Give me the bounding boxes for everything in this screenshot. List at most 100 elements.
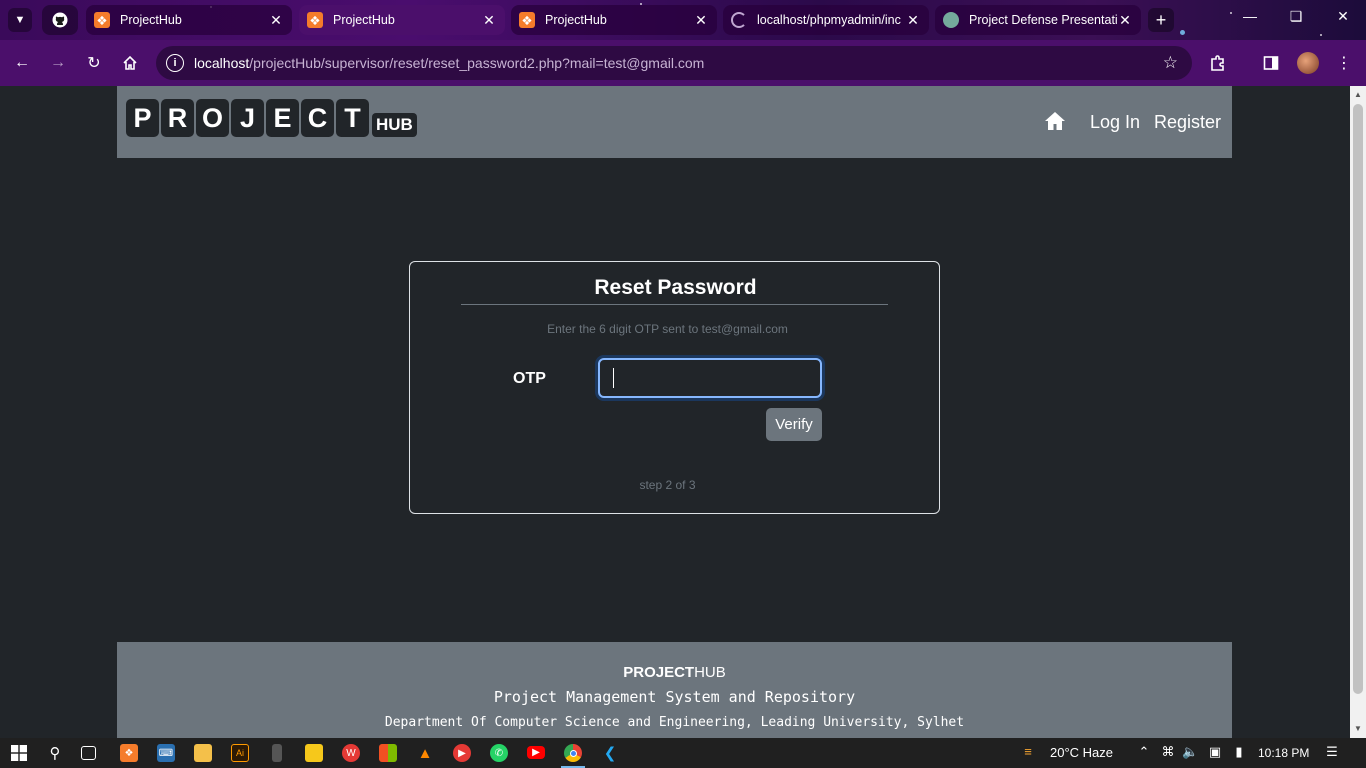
reload-button[interactable]: ↻ bbox=[82, 51, 106, 75]
xampp-icon: ❖ bbox=[124, 747, 134, 759]
arrow-right-icon: → bbox=[50, 54, 66, 71]
footer-brand-light: HUB bbox=[694, 664, 726, 681]
display-icon[interactable]: ▣ bbox=[1207, 744, 1223, 760]
reset-password-card: Reset Password Enter the 6 digit OTP sen… bbox=[409, 261, 940, 514]
otp-input[interactable] bbox=[598, 358, 822, 398]
footer-department: Department Of Computer Science and Engin… bbox=[384, 715, 965, 730]
scroll-down-icon[interactable]: ▼ bbox=[1354, 724, 1362, 733]
logo-letter: P bbox=[126, 99, 159, 137]
task-view-button[interactable] bbox=[81, 746, 96, 760]
taskbar-media-player[interactable]: ▶ bbox=[453, 744, 471, 762]
plus-icon: + bbox=[1155, 9, 1167, 30]
minimize-button[interactable]: — bbox=[1240, 8, 1260, 24]
tab-title: ProjectHub bbox=[545, 13, 607, 27]
url-host: localhost bbox=[194, 55, 250, 71]
browser-tab[interactable]: Project Defense Presentatio ✕ bbox=[935, 5, 1141, 35]
taskbar-office[interactable] bbox=[379, 744, 397, 762]
step-indicator: step 2 of 3 bbox=[639, 478, 696, 492]
taskbar-notes[interactable] bbox=[305, 744, 323, 762]
taskbar-chrome[interactable] bbox=[561, 744, 585, 768]
logo-letter: R bbox=[161, 99, 194, 137]
verify-button[interactable]: Verify bbox=[766, 408, 822, 441]
nav-home-link[interactable] bbox=[1044, 111, 1066, 131]
tab-title: localhost/phpmyadmin/inc bbox=[757, 13, 901, 27]
wifi-icon[interactable]: ⌘ bbox=[1160, 744, 1176, 760]
browser-menu-button[interactable]: ⋮ bbox=[1332, 51, 1356, 75]
taskbar-whatsapp[interactable]: ✆ bbox=[490, 744, 508, 762]
youtube-icon: ▶ bbox=[532, 747, 540, 758]
tab-search-button[interactable]: ▼ bbox=[8, 8, 32, 32]
extensions-button[interactable] bbox=[1206, 51, 1230, 75]
side-panel-icon bbox=[1263, 56, 1279, 70]
logo-letter: C bbox=[301, 99, 334, 137]
address-bar[interactable]: i localhost/projectHub/supervisor/reset/… bbox=[156, 46, 1192, 80]
browser-tab[interactable]: ❖ ProjectHub ✕ bbox=[86, 5, 292, 35]
projecthub-logo[interactable]: P R O J E C T HUB bbox=[126, 99, 417, 137]
tab-title: ProjectHub bbox=[333, 13, 395, 27]
weather-icon[interactable]: ≡ bbox=[1020, 744, 1036, 759]
more-vert-icon: ⋮ bbox=[1336, 55, 1352, 72]
xampp-icon: ❖ bbox=[307, 12, 323, 28]
battery-icon[interactable]: ▮ bbox=[1231, 744, 1247, 760]
taskbar-usb[interactable] bbox=[272, 744, 282, 762]
taskbar-vscode[interactable]: ❮ bbox=[601, 744, 619, 762]
close-icon[interactable]: ✕ bbox=[268, 12, 284, 29]
close-icon[interactable]: ✕ bbox=[1117, 12, 1133, 29]
taskbar-file-explorer[interactable] bbox=[194, 744, 212, 762]
restore-button[interactable]: ❏ bbox=[1286, 8, 1306, 25]
taskbar-xampp[interactable]: ❖ bbox=[120, 744, 138, 762]
browser-tab[interactable]: localhost/phpmyadmin/inc ✕ bbox=[723, 5, 929, 35]
site-info-icon[interactable]: i bbox=[166, 54, 184, 72]
search-button[interactable]: ⚲ bbox=[46, 744, 64, 762]
start-button[interactable] bbox=[10, 744, 28, 762]
xampp-icon: ❖ bbox=[519, 12, 535, 28]
page-scrollbar[interactable]: ▲ ▼ bbox=[1350, 86, 1366, 738]
weather-text[interactable]: 20°C Haze bbox=[1050, 745, 1113, 760]
home-button[interactable] bbox=[118, 51, 142, 75]
wps-icon: W bbox=[346, 747, 356, 759]
pinned-tab-github[interactable] bbox=[42, 5, 78, 35]
close-icon[interactable]: ✕ bbox=[481, 12, 497, 29]
volume-icon[interactable]: 🔈 bbox=[1182, 744, 1198, 760]
browser-tab-strip: ▼ ❖ ProjectHub ✕ ❖ ProjectHub ✕ ❖ Projec… bbox=[0, 0, 1366, 40]
tab-title: ProjectHub bbox=[120, 13, 182, 27]
close-icon[interactable]: ✕ bbox=[693, 12, 709, 29]
chevron-up-icon[interactable]: ⌃ bbox=[1136, 744, 1152, 760]
scroll-up-icon[interactable]: ▲ bbox=[1354, 90, 1362, 99]
xampp-icon: ❖ bbox=[94, 12, 110, 28]
arrow-left-icon: ← bbox=[14, 54, 30, 71]
vlc-cone-icon: ▲ bbox=[417, 744, 433, 762]
side-panel-button[interactable] bbox=[1259, 51, 1283, 75]
notification-icon[interactable]: ☰ bbox=[1324, 744, 1340, 760]
footer-subtitle: Project Management System and Repository bbox=[493, 688, 856, 706]
close-icon[interactable]: ✕ bbox=[905, 12, 921, 29]
reload-icon: ↻ bbox=[87, 55, 101, 72]
tab-title: Project Defense Presentatio bbox=[969, 13, 1117, 27]
scrollbar-thumb[interactable] bbox=[1353, 104, 1363, 694]
forward-button[interactable]: → bbox=[46, 51, 70, 75]
taskbar-keyboard[interactable]: ⌨ bbox=[157, 744, 175, 762]
logo-letter: O bbox=[196, 99, 229, 137]
clock[interactable]: 10:18 PM bbox=[1258, 746, 1309, 760]
browser-tab-active[interactable]: ❖ ProjectHub ✕ bbox=[299, 5, 505, 35]
loading-spinner-icon bbox=[731, 12, 747, 28]
back-button[interactable]: ← bbox=[10, 51, 34, 75]
taskbar-youtube[interactable]: ▶ bbox=[527, 746, 545, 759]
bookmark-star-icon[interactable]: ☆ bbox=[1163, 53, 1178, 73]
close-window-button[interactable]: ✕ bbox=[1333, 8, 1353, 25]
browser-tab[interactable]: ❖ ProjectHub ✕ bbox=[511, 5, 717, 35]
otp-instruction-text: Enter the 6 digit OTP sent to test@gmail… bbox=[547, 322, 788, 336]
new-tab-button[interactable]: + bbox=[1148, 8, 1174, 32]
taskbar-vlc[interactable]: ▲ bbox=[416, 744, 434, 762]
taskbar-wps[interactable]: W bbox=[342, 744, 360, 762]
profile-avatar[interactable] bbox=[1297, 52, 1319, 74]
illustrator-icon: Ai bbox=[235, 748, 244, 758]
logo-letter: J bbox=[231, 99, 264, 137]
nav-login-link[interactable]: Log In bbox=[1090, 112, 1140, 133]
home-icon bbox=[1045, 112, 1065, 130]
nav-register-link[interactable]: Register bbox=[1154, 112, 1221, 133]
space-decoration bbox=[1180, 30, 1185, 35]
taskbar-illustrator[interactable]: Ai bbox=[231, 744, 249, 762]
search-icon: ⚲ bbox=[49, 745, 61, 762]
otp-label: OTP bbox=[513, 370, 546, 387]
